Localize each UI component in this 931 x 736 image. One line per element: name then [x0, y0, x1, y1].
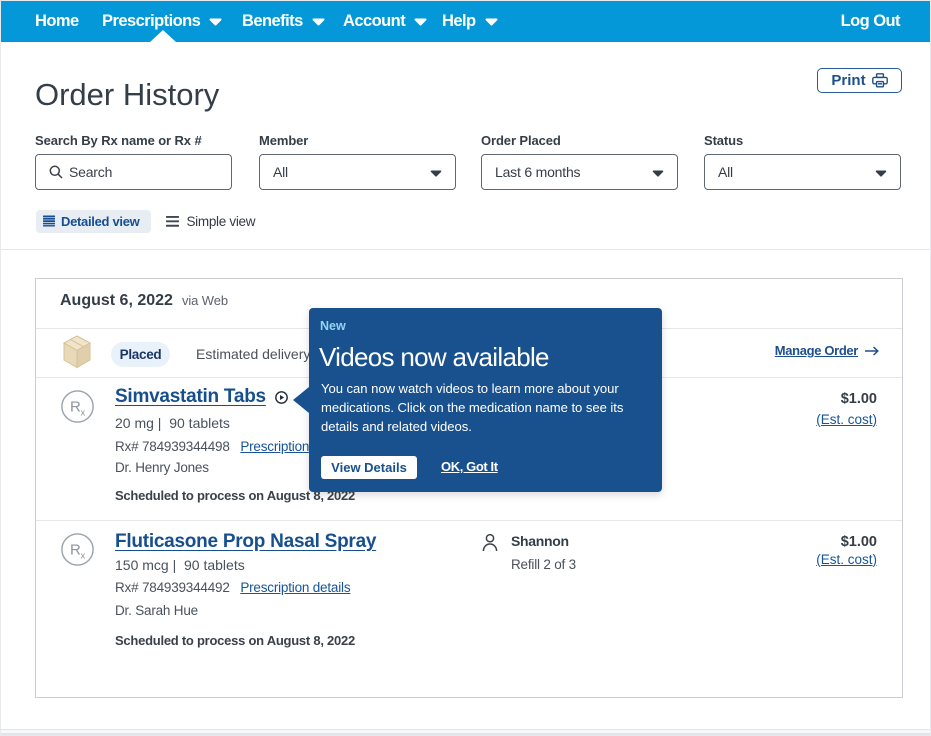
svg-text:R: R [70, 542, 81, 559]
svg-text:x: x [81, 408, 86, 419]
svg-text:R: R [70, 399, 81, 416]
svg-text:x: x [81, 551, 86, 562]
